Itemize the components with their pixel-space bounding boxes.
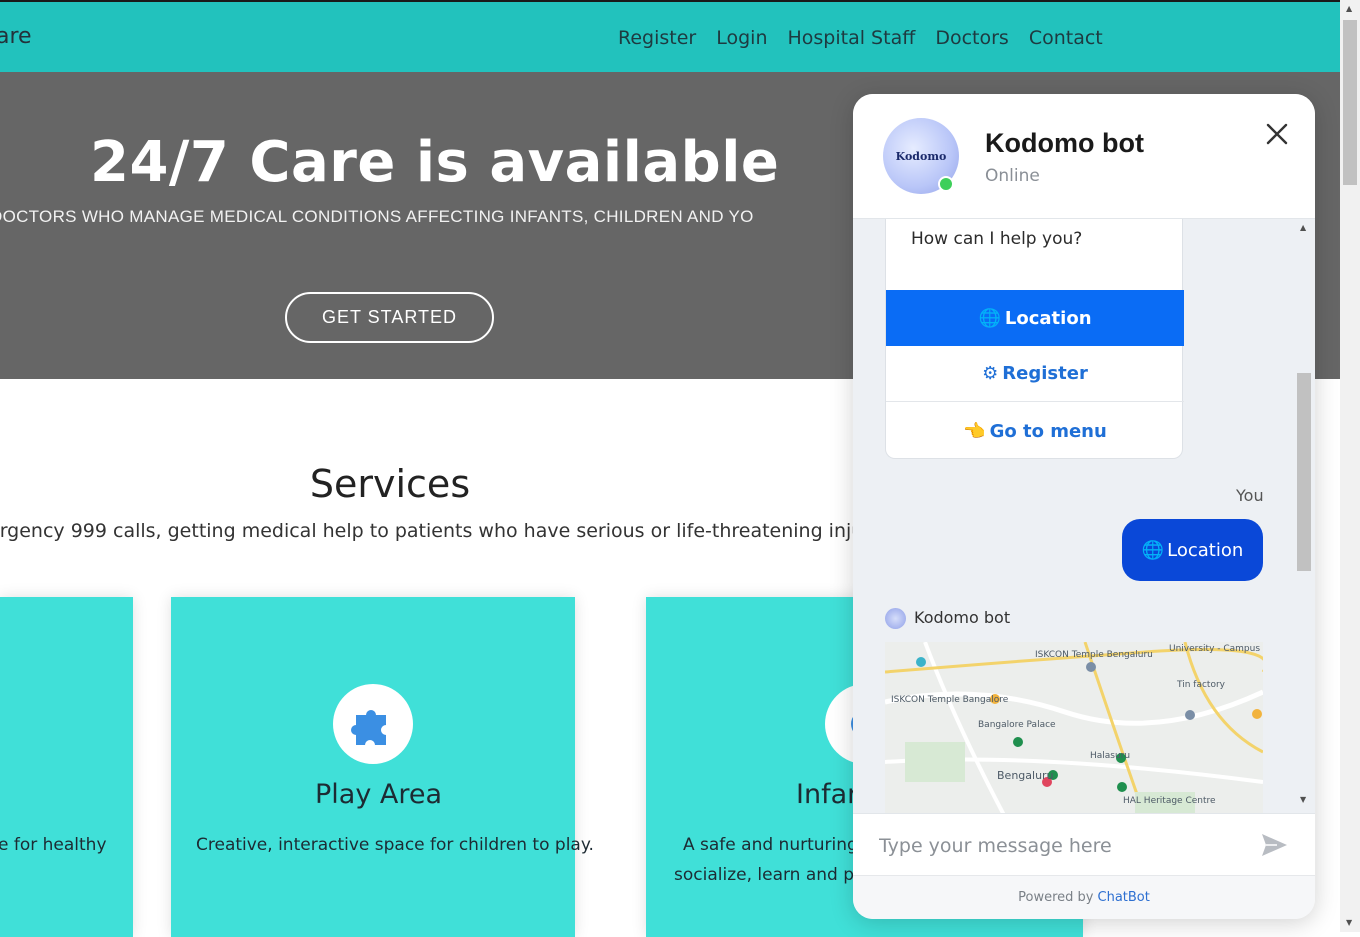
scroll-down-arrow-icon[interactable]: ▼	[1300, 795, 1306, 804]
chat-header: Kodomo Kodomo bot Online	[853, 94, 1315, 219]
nav-doctors-link[interactable]: Doctors	[925, 26, 1019, 50]
location-map[interactable]: ISKCON Temple Bengaluru ISKCON Temple Ba…	[885, 642, 1263, 813]
online-status-dot	[938, 176, 954, 192]
close-chat-button[interactable]	[1263, 120, 1291, 148]
map-label: ISKCON Temple Bangalore	[891, 695, 1009, 705]
bot-name: Kodomo bot	[985, 128, 1144, 158]
service-card-text-line2: socialize, learn and prac	[674, 865, 881, 885]
close-icon	[1266, 123, 1288, 145]
map-label: Tin factory	[1177, 680, 1225, 690]
service-card-title: Infar	[796, 779, 859, 810]
bot-status: Online	[985, 166, 1040, 186]
pointing-hand-icon: 👈	[963, 420, 986, 442]
gear-icon: ⚙	[982, 363, 999, 384]
map-label: Halasuru	[1090, 751, 1131, 761]
map-label: Bengaluru	[997, 769, 1054, 782]
chatbot-widget: Kodomo Kodomo bot Online How can I help …	[853, 94, 1315, 919]
map-label: HAL Heritage Centre	[1123, 796, 1216, 806]
hero-subtitle: DOCTORS WHO MANAGE MEDICAL CONDITIONS AF…	[0, 207, 754, 226]
service-card-1: e for healthy	[0, 597, 133, 937]
hero-title: 24/7 Care is available	[90, 130, 780, 195]
option-label: Register	[1002, 363, 1088, 384]
bot-mini-avatar	[885, 608, 906, 629]
option-register-button[interactable]: ⚙ Register	[886, 346, 1184, 402]
service-card-play-area: Play Area Creative, interactive space fo…	[171, 597, 594, 937]
service-card-title: Play Area	[315, 779, 443, 810]
chat-scroll-thumb[interactable]	[1297, 373, 1311, 571]
service-card-text-line1: A safe and nurturing p	[683, 835, 874, 855]
service-card-text: Creative, interactive space for children…	[196, 835, 594, 855]
services-description: ergency 999 calls, getting medical help …	[0, 520, 924, 542]
bot-options-card: How can I help you? 🌐 Location ⚙ Registe…	[885, 219, 1184, 459]
bot-prompt: How can I help you?	[911, 229, 1083, 249]
brand-logo-text[interactable]: are	[0, 24, 32, 49]
map-label: ISKCON Temple Bengaluru	[1035, 650, 1153, 660]
chat-messages: How can I help you? 🌐 Location ⚙ Registe…	[853, 219, 1315, 813]
you-label: You	[1236, 486, 1264, 505]
map-graphic	[885, 642, 1263, 813]
scroll-down-arrow-icon[interactable]: ▼	[1346, 918, 1352, 927]
powered-by-text: Powered by	[1018, 890, 1094, 905]
top-navbar: are Register Login Hospital Staff Doctor…	[0, 0, 1340, 72]
page-scroll-thumb[interactable]	[1343, 20, 1357, 185]
map-label: University - Campus	[1169, 644, 1261, 654]
nav-register-link[interactable]: Register	[608, 26, 706, 50]
message-input[interactable]	[877, 828, 1241, 864]
get-started-button[interactable]: GET STARTED	[285, 292, 494, 343]
chat-footer: Powered by ChatBot	[853, 875, 1315, 919]
chat-scrollbar[interactable]: ▲ ▼	[1295, 219, 1313, 813]
user-message-bubble: 🌐 Location	[1122, 519, 1263, 581]
nav-contact-link[interactable]: Contact	[1019, 26, 1113, 50]
send-icon	[1262, 834, 1287, 856]
option-go-to-menu-button[interactable]: 👈 Go to menu	[886, 403, 1184, 459]
option-label: Go to menu	[989, 420, 1107, 442]
map-label: Bangalore Palace	[978, 720, 1056, 730]
puzzle-icon	[333, 684, 413, 764]
globe-icon: 🌐	[1141, 539, 1165, 561]
nav-links: Register Login Hospital Staff Doctors Co…	[608, 26, 1113, 50]
option-location-button[interactable]: 🌐 Location	[886, 290, 1184, 346]
send-button[interactable]	[1259, 830, 1289, 860]
page-scrollbar[interactable]: ▲ ▼	[1340, 0, 1360, 932]
service-card-text: e for healthy	[0, 835, 107, 855]
bot-sender-label: Kodomo bot	[914, 608, 1011, 627]
services-title: Services	[309, 462, 471, 506]
chat-input-bar	[853, 813, 1315, 875]
chatbot-brand-link[interactable]: ChatBot	[1098, 890, 1150, 905]
avatar-logo-text: Kodomo	[895, 149, 947, 163]
nav-hospital-staff-link[interactable]: Hospital Staff	[778, 26, 926, 50]
scroll-up-arrow-icon[interactable]: ▲	[1346, 4, 1352, 13]
user-message-text: Location	[1167, 539, 1244, 561]
globe-icon: 🌐	[978, 307, 1001, 329]
scroll-up-arrow-icon[interactable]: ▲	[1300, 223, 1306, 232]
nav-login-link[interactable]: Login	[706, 26, 777, 50]
option-label: Location	[1004, 307, 1092, 329]
